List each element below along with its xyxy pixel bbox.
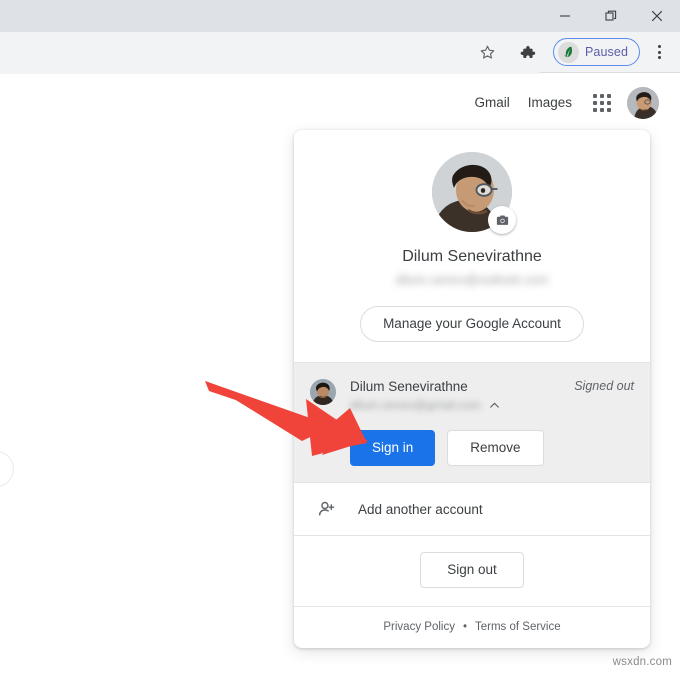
avatar[interactable] xyxy=(627,87,659,119)
signed-out-account-header[interactable]: Dilum Senevirathne dilum.senev@gmail.com… xyxy=(310,377,634,414)
three-dots-vertical-icon[interactable] xyxy=(646,38,672,66)
minimize-button[interactable] xyxy=(542,0,588,32)
star-icon[interactable] xyxy=(473,38,501,66)
add-another-account-row[interactable]: Add another account xyxy=(294,483,650,536)
window-title-bar xyxy=(0,0,680,32)
profile-section: Dilum Senevirathne dilum.senev@outlook.c… xyxy=(294,130,650,362)
add-another-account-label: Add another account xyxy=(358,501,483,517)
status-badge: Signed out xyxy=(574,379,634,393)
camera-icon[interactable] xyxy=(488,206,516,234)
browser-window: Paused Gmail Images Dilum Senevirathne d… xyxy=(0,0,680,673)
profile-name: Dilum Senevirathne xyxy=(402,248,542,265)
google-apps-grid-icon[interactable] xyxy=(585,86,619,120)
signed-out-account-email: dilum.senev@gmail.com xyxy=(350,398,481,412)
page-content: Gmail Images Dilum Senevirathne dilum.se… xyxy=(0,74,680,673)
google-header-links: Gmail Images xyxy=(465,86,659,120)
signed-out-account-email-line: dilum.senev@gmail.com xyxy=(350,397,564,414)
gmail-link[interactable]: Gmail xyxy=(465,93,518,113)
extension-paused-badge[interactable]: Paused xyxy=(553,38,640,66)
footer-separator: • xyxy=(462,621,467,633)
google-account-menu-card: Dilum Senevirathne dilum.senev@outlook.c… xyxy=(294,130,650,648)
signed-out-account-row: Dilum Senevirathne dilum.senev@gmail.com… xyxy=(294,362,650,483)
signed-out-account-actions: Sign in Remove xyxy=(350,430,634,466)
puzzle-piece-icon[interactable] xyxy=(513,38,541,66)
restore-button[interactable] xyxy=(588,0,634,32)
grammarly-leaf-icon xyxy=(558,41,579,63)
remove-button[interactable]: Remove xyxy=(447,430,544,466)
signed-out-account-name: Dilum Senevirathne xyxy=(350,379,468,394)
browser-toolbar: Paused xyxy=(0,32,680,100)
chevron-up-icon[interactable] xyxy=(488,399,501,412)
images-link[interactable]: Images xyxy=(519,93,581,113)
close-button[interactable] xyxy=(634,0,680,32)
profile-email: dilum.senev@outlook.com xyxy=(395,272,549,287)
privacy-policy-link[interactable]: Privacy Policy xyxy=(383,621,455,633)
paused-label: Paused xyxy=(585,45,628,59)
person-add-icon xyxy=(314,499,340,519)
watermark: wsxdn.com xyxy=(612,656,672,668)
terms-of-service-link[interactable]: Terms of Service xyxy=(475,621,561,633)
card-footer: Privacy Policy • Terms of Service xyxy=(294,607,650,648)
sign-in-button[interactable]: Sign in xyxy=(350,430,436,466)
manage-google-account-button[interactable]: Manage your Google Account xyxy=(360,306,584,342)
secondary-account-photo xyxy=(310,379,336,405)
sign-out-button[interactable]: Sign out xyxy=(420,552,524,588)
offscreen-circle-element xyxy=(0,451,14,487)
sign-out-section: Sign out xyxy=(294,536,650,607)
profile-avatar-wrapper[interactable] xyxy=(432,152,516,234)
signed-out-account-texts: Dilum Senevirathne dilum.senev@gmail.com xyxy=(350,377,564,414)
